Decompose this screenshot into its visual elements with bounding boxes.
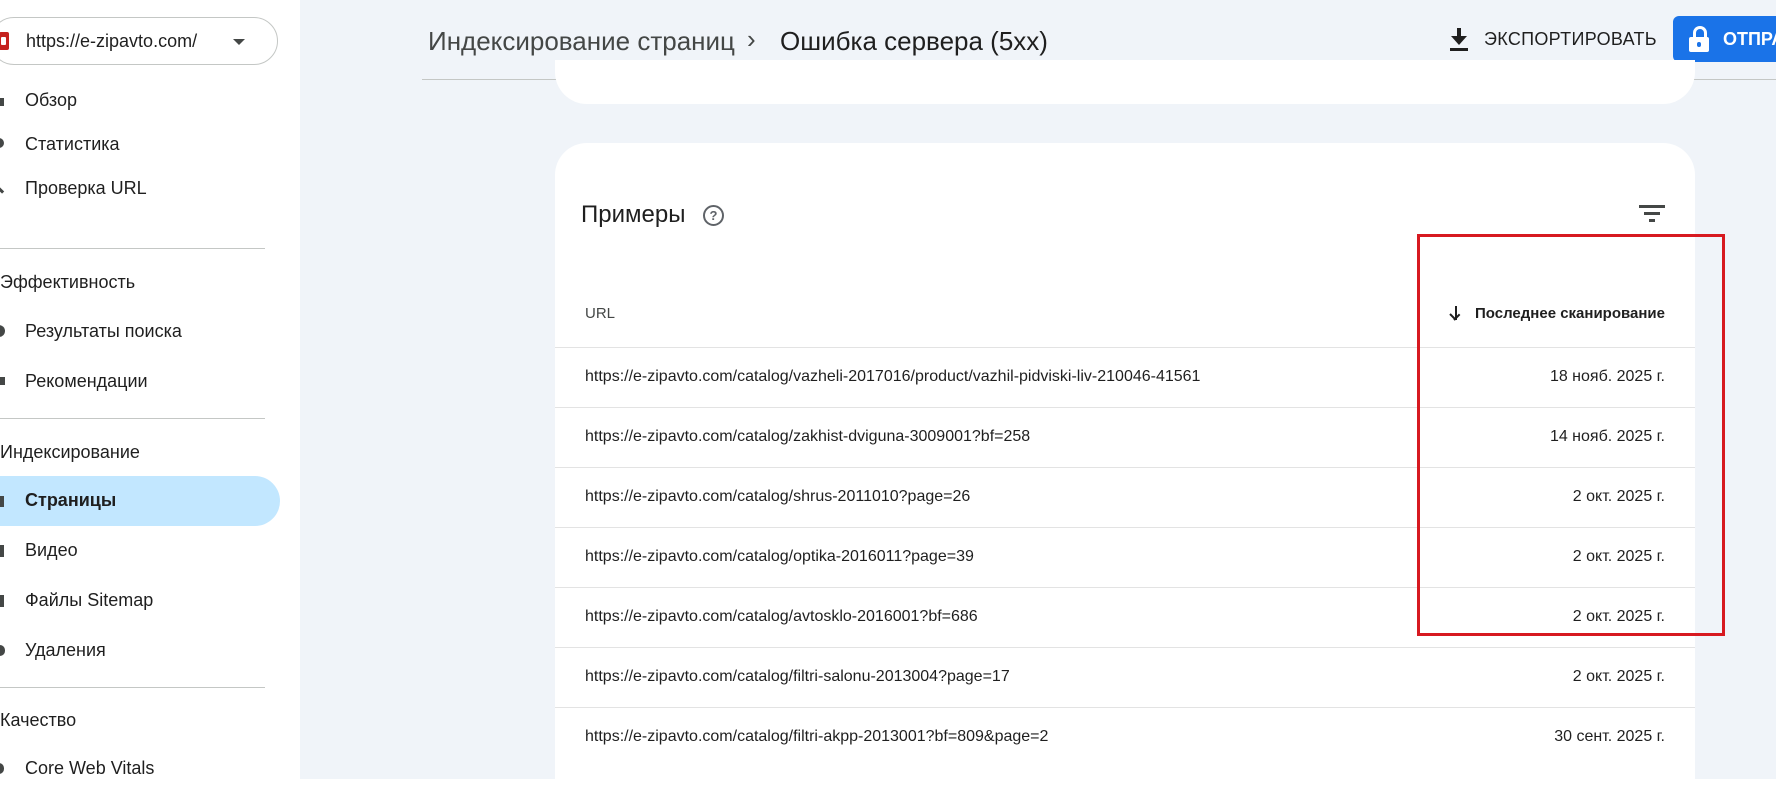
table-row[interactable]: https://e-zipavto.com/catalog/filtri-akp…: [555, 707, 1695, 767]
breadcrumb-parent[interactable]: Индексирование страниц: [428, 26, 735, 57]
help-icon[interactable]: ?: [703, 205, 724, 226]
column-header-url[interactable]: URL: [585, 305, 615, 322]
sidebar-item-label: Удаления: [25, 640, 106, 660]
examples-title: Примеры: [581, 201, 686, 228]
export-label: ЭКСПОРТИРОВАТЬ: [1484, 28, 1657, 49]
sidebar-item-pages[interactable]: Страницы: [0, 476, 280, 526]
property-url: https://e-zipavto.com/: [26, 31, 198, 51]
submit-button[interactable]: ОТПРА: [1673, 16, 1776, 62]
download-icon: [1448, 26, 1470, 52]
home-icon: [0, 98, 4, 106]
row-date: 30 сент. 2025 г.: [1554, 728, 1665, 745]
sidebar-divider: [0, 418, 265, 419]
export-button[interactable]: ЭКСПОРТИРОВАТЬ: [1448, 22, 1657, 56]
sidebar-item-label: Статистика: [25, 134, 120, 154]
sidebar-item-label: Рекомендации: [25, 371, 148, 391]
sidebar-item-recommendations[interactable]: Рекомендации: [0, 357, 280, 407]
sidebar-item-video[interactable]: Видео: [0, 526, 280, 576]
sidebar-item-label: Обзор: [25, 90, 77, 110]
row-url: https://e-zipavto.com/catalog/optika-201…: [585, 548, 974, 565]
search-icon: [0, 187, 5, 194]
sidebar-item-sitemaps[interactable]: Файлы Sitemap: [0, 576, 280, 626]
row-url: https://e-zipavto.com/catalog/filtri-akp…: [585, 728, 1049, 745]
sidebar-section-performance: Эффективность: [0, 272, 136, 292]
row-url: https://e-zipavto.com/catalog/avtosklo-2…: [585, 608, 978, 625]
row-url: https://e-zipavto.com/catalog/shrus-2011…: [585, 488, 971, 505]
sidebar-item-core-web-vitals[interactable]: Core Web Vitals: [0, 744, 280, 794]
chevron-down-icon: [233, 39, 245, 45]
lock-icon: [1689, 26, 1709, 52]
sidebar-item-label: Файлы Sitemap: [25, 590, 154, 610]
sidebar-item-label: Core Web Vitals: [25, 758, 155, 778]
removals-icon: [0, 645, 5, 656]
sidebar-item-label: Результаты поиска: [25, 321, 182, 341]
sidebar-divider: [0, 687, 265, 688]
sidebar-item-url-inspection[interactable]: Проверка URL: [0, 164, 280, 214]
row-url: https://e-zipavto.com/catalog/filtri-sal…: [585, 668, 1010, 685]
sidebar-item-label: Страницы: [25, 490, 117, 510]
sidebar-section-indexing: Индексирование: [0, 442, 140, 462]
row-date: 2 окт. 2025 г.: [1572, 668, 1665, 685]
speed-icon: [0, 763, 4, 774]
sidebar-item-label: Проверка URL: [25, 178, 147, 198]
property-selector[interactable]: https://e-zipavto.com/: [0, 17, 278, 65]
sidebar-item-removals[interactable]: Удаления: [0, 626, 280, 676]
chevron-right-icon: ›: [747, 24, 756, 54]
sitemap-icon: [0, 595, 4, 607]
sidebar: https://e-zipavto.com/ Обзор Статистика …: [0, 0, 300, 779]
sidebar-section-quality: Качество: [0, 710, 77, 730]
submit-label: ОТПРА: [1723, 29, 1776, 49]
site-favicon-icon: [0, 32, 9, 50]
video-icon: [0, 545, 4, 557]
sidebar-item-statistics[interactable]: Статистика: [0, 120, 280, 170]
pages-icon: [0, 496, 4, 507]
chart-icon: [0, 138, 4, 148]
sidebar-item-overview[interactable]: Обзор: [0, 76, 280, 126]
row-url: https://e-zipavto.com/catalog/zakhist-dv…: [585, 428, 1031, 445]
page-title: Ошибка сервера (5xx): [780, 26, 1048, 56]
previous-card: [555, 60, 1695, 104]
sidebar-item-label: Видео: [25, 540, 78, 560]
sparkle-icon: [0, 377, 5, 385]
google-icon: [0, 325, 5, 337]
filter-icon[interactable]: [1639, 203, 1665, 223]
annotation-highlight-box: [1417, 234, 1725, 636]
sidebar-item-search-results[interactable]: Результаты поиска: [0, 307, 280, 357]
row-url: https://e-zipavto.com/catalog/vazheli-20…: [585, 368, 1201, 385]
table-row[interactable]: https://e-zipavto.com/catalog/filtri-sal…: [555, 647, 1695, 707]
sidebar-divider: [0, 248, 265, 249]
